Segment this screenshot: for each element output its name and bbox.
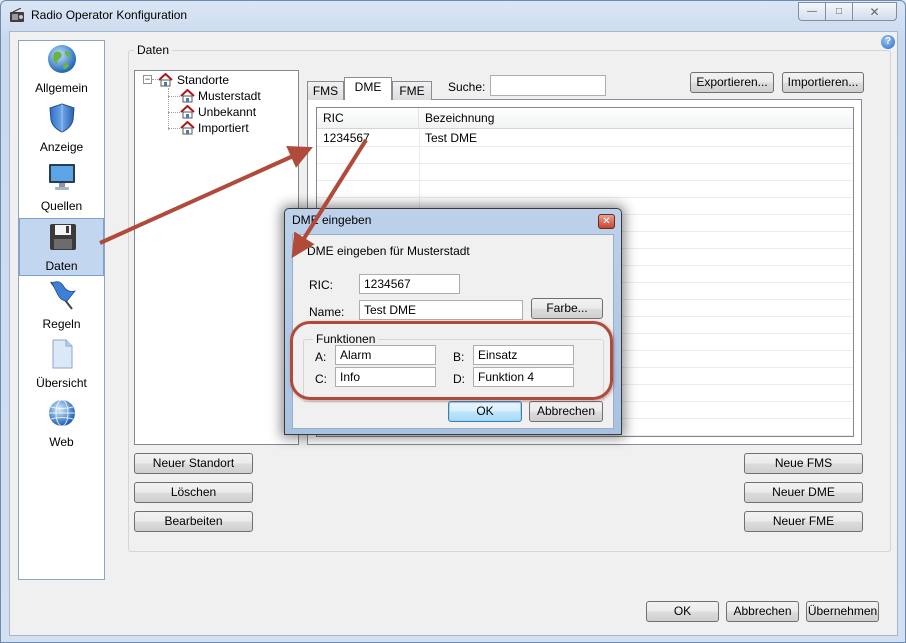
minimize-icon: — xyxy=(807,6,817,17)
nav-item-label: Web xyxy=(49,435,74,449)
new-location-button[interactable]: Neuer Standort xyxy=(134,453,253,474)
tree-item-importiert[interactable]: Importiert xyxy=(198,120,249,136)
nav-item-label: Quellen xyxy=(40,199,83,213)
import-button[interactable]: Importieren... xyxy=(782,72,864,93)
column-header-bezeichnung[interactable]: Bezeichnung xyxy=(419,108,853,129)
collapse-toggle[interactable]: − xyxy=(143,75,152,84)
radio-app-icon xyxy=(10,8,24,22)
new-dme-button[interactable]: Neuer DME xyxy=(744,482,863,503)
nav-item-web[interactable]: Web xyxy=(19,395,104,453)
dialog-close-button[interactable]: ✕ xyxy=(598,214,615,229)
tree-item-unbekannt[interactable]: Unbekannt xyxy=(198,104,256,120)
monitor-icon xyxy=(49,164,75,190)
nav-item-anzeige[interactable]: Anzeige xyxy=(19,100,104,158)
house-icon xyxy=(180,121,195,135)
nav-item-daten[interactable]: Daten xyxy=(19,218,104,276)
flag-icon xyxy=(50,281,77,310)
location-tree[interactable]: − Standorte Musterstadt Unbekannt Import… xyxy=(134,70,299,445)
dialog-ok-button[interactable]: OK xyxy=(448,401,522,422)
nav-item-label: Regeln xyxy=(42,317,81,331)
new-fme-button[interactable]: Neuer FME xyxy=(744,511,863,532)
daten-group-title: Daten xyxy=(134,43,173,57)
export-button[interactable]: Exportieren... xyxy=(690,72,774,93)
ok-button[interactable]: OK xyxy=(646,601,719,622)
function-b-label: B: xyxy=(453,350,465,364)
table-row xyxy=(317,147,853,164)
close-button[interactable]: ✕ xyxy=(852,2,897,21)
color-button[interactable]: Farbe... xyxy=(531,298,603,319)
dme-dialog: DME eingeben ✕ DME eingeben für Musterst… xyxy=(284,208,622,435)
new-fms-button[interactable]: Neue FMS xyxy=(744,453,863,474)
web-globe-icon xyxy=(49,399,75,427)
function-b-field[interactable]: Einsatz xyxy=(473,345,574,365)
edit-button[interactable]: Bearbeiten xyxy=(134,511,253,532)
nav-item-uebersicht[interactable]: Übersicht xyxy=(19,336,104,394)
house-icon xyxy=(180,105,195,119)
house-icon xyxy=(180,89,195,103)
grid-header: RIC Bezeichnung xyxy=(317,108,853,129)
cancel-button[interactable]: Abbrechen xyxy=(726,601,799,622)
floppy-disk-icon xyxy=(50,224,76,250)
dialog-title: DME eingeben xyxy=(292,213,372,227)
function-d-label: D: xyxy=(453,372,465,386)
table-row xyxy=(317,181,853,198)
tab-fme[interactable]: FME xyxy=(392,81,432,100)
nav-item-label: Übersicht xyxy=(36,376,87,390)
delete-button[interactable]: Löschen xyxy=(134,482,253,503)
nav-sidebar: Allgemein Anzeige Quellen Daten Regeln Ü… xyxy=(18,40,105,580)
name-label: Name: xyxy=(309,305,345,319)
function-c-field[interactable]: Info xyxy=(335,367,436,387)
function-d-field[interactable]: Funktion 4 xyxy=(473,367,574,387)
tree-item-standorte[interactable]: Standorte xyxy=(177,72,229,88)
minimize-button[interactable]: — xyxy=(798,2,825,21)
tree-item-musterstadt[interactable]: Musterstadt xyxy=(198,88,261,104)
name-field[interactable]: Test DME xyxy=(359,300,523,320)
table-row[interactable]: 1234567 Test DME xyxy=(317,130,853,147)
nav-item-allgemein[interactable]: Allgemein xyxy=(19,41,104,99)
nav-item-label: Anzeige xyxy=(39,140,84,154)
ric-field[interactable]: 1234567 xyxy=(359,274,460,294)
nav-item-quellen[interactable]: Quellen xyxy=(19,159,104,217)
column-header-ric[interactable]: RIC xyxy=(317,108,419,129)
dialog-client: DME eingeben für Musterstadt RIC: 123456… xyxy=(292,234,614,429)
close-icon: ✕ xyxy=(869,4,880,19)
help-icon[interactable]: ? xyxy=(881,35,895,49)
maximize-icon: □ xyxy=(835,6,843,17)
house-icon xyxy=(158,73,173,87)
tab-fms[interactable]: FMS xyxy=(307,81,344,100)
document-icon xyxy=(52,339,73,369)
search-label: Suche: xyxy=(448,80,486,94)
apply-button[interactable]: Übernehmen xyxy=(806,601,879,622)
window-title: Radio Operator Konfiguration xyxy=(31,8,188,22)
cell-ric: 1234567 xyxy=(323,131,370,145)
function-a-label: A: xyxy=(315,350,327,364)
title-bar[interactable]: Radio Operator Konfiguration — □ ✕ xyxy=(1,1,905,31)
ric-label: RIC: xyxy=(309,278,333,292)
dialog-heading: DME eingeben für Musterstadt xyxy=(307,244,470,258)
tab-dme[interactable]: DME xyxy=(344,77,392,100)
nav-item-label: Allgemein xyxy=(35,81,88,95)
dialog-cancel-button[interactable]: Abbrechen xyxy=(529,401,603,422)
globe-icon xyxy=(48,45,76,73)
table-row xyxy=(317,164,853,181)
search-input[interactable] xyxy=(490,75,606,96)
functions-group-title: Funktionen xyxy=(313,332,379,346)
nav-item-regeln[interactable]: Regeln xyxy=(19,277,104,335)
function-c-label: C: xyxy=(315,372,327,386)
nav-item-label: Daten xyxy=(45,259,78,273)
maximize-button[interactable]: □ xyxy=(825,2,852,21)
cell-bezeichnung: Test DME xyxy=(425,131,478,145)
function-a-field[interactable]: Alarm xyxy=(335,345,436,365)
shield-icon xyxy=(49,103,75,133)
